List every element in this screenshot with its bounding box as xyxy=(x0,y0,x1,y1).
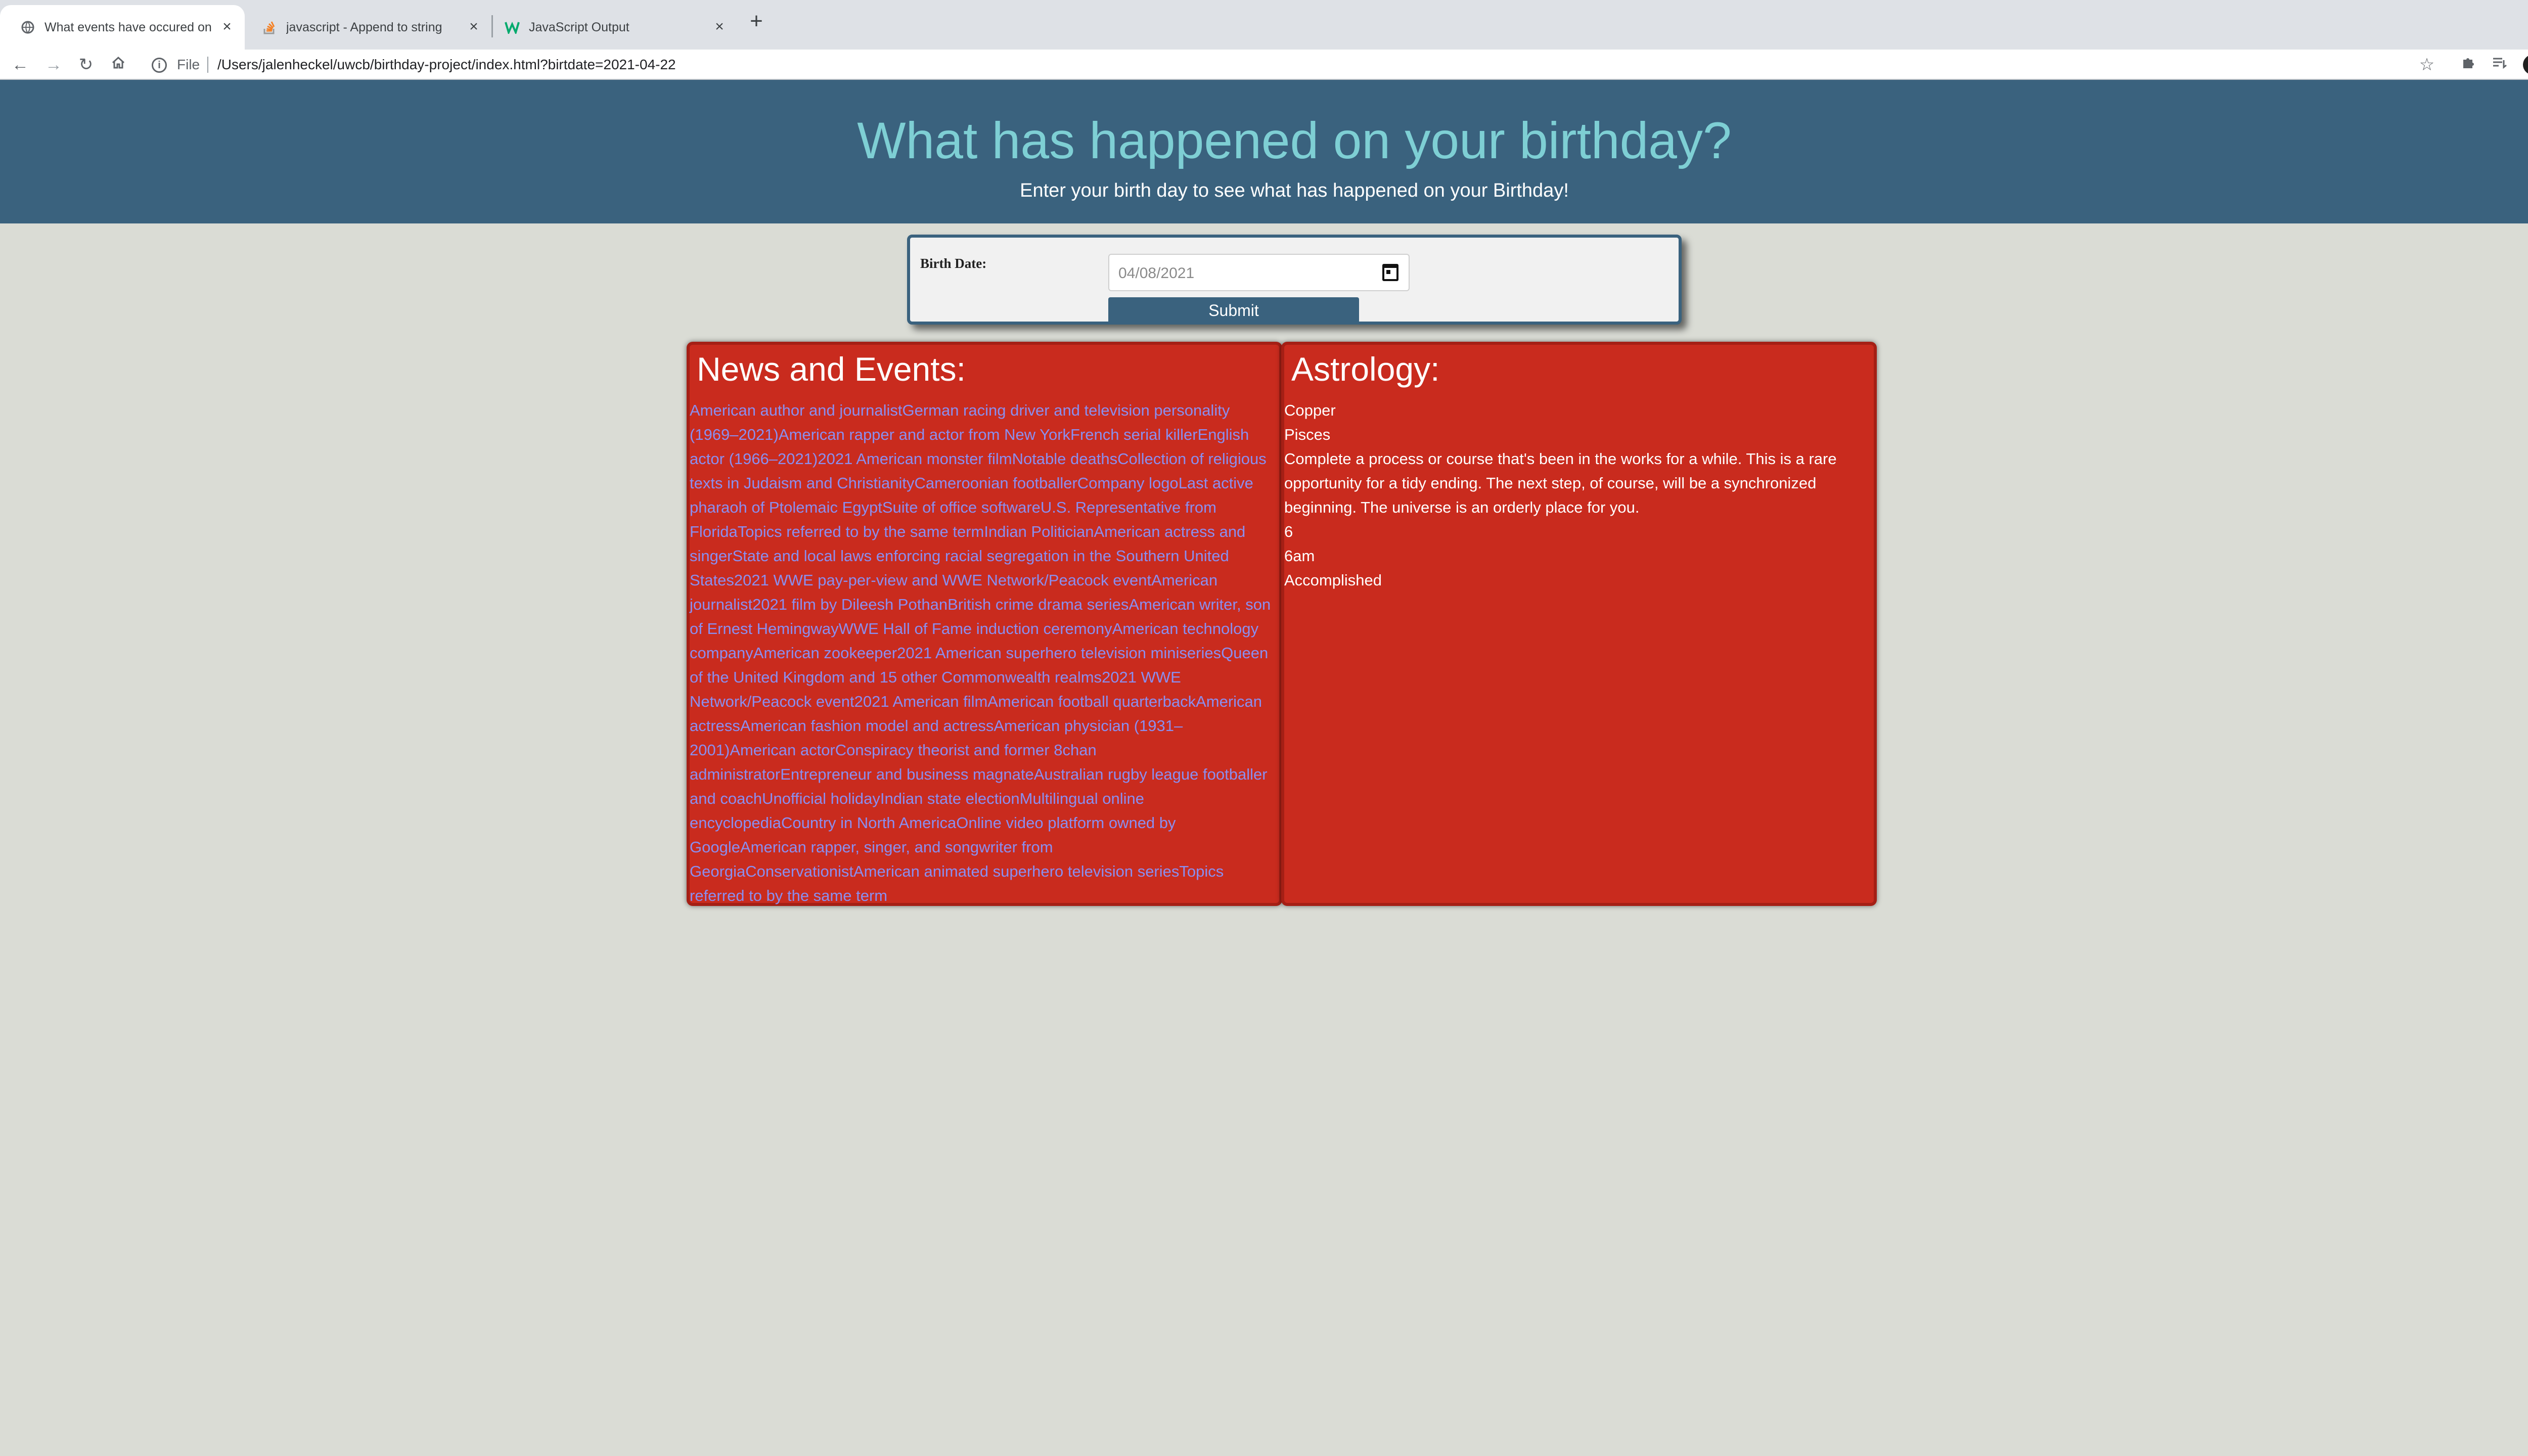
submit-button[interactable]: Submit xyxy=(1108,297,1359,324)
astrology-heading: Astrology: xyxy=(1291,350,1440,388)
news-link[interactable]: British crime drama series xyxy=(947,596,1128,613)
profile-avatar[interactable] xyxy=(2523,55,2528,75)
news-link[interactable]: Cameroonian footballer xyxy=(915,474,1077,492)
browser-tab-active[interactable]: What events have occured on × xyxy=(0,5,245,50)
news-link[interactable]: 2021 American film xyxy=(854,693,988,710)
file-scheme-label: File xyxy=(177,57,200,72)
news-link[interactable]: Company logo xyxy=(1077,474,1179,492)
news-heading: News and Events: xyxy=(697,350,966,388)
site-info-icon[interactable]: i xyxy=(152,58,167,73)
page-title: What has happened on your birthday? xyxy=(857,112,1732,169)
news-panel: News and Events: American author and jou… xyxy=(687,342,1282,906)
news-link[interactable]: Conservationist xyxy=(745,862,853,880)
page-subtitle: Enter your birth day to see what has hap… xyxy=(1020,180,1569,201)
news-link[interactable]: Suite of office software xyxy=(882,498,1041,516)
browser-tab[interactable]: JavaScript Output × xyxy=(484,5,737,50)
astrology-item: Copper xyxy=(1284,401,1336,419)
close-tab-icon[interactable]: × xyxy=(466,19,481,34)
news-list: American author and journalistGerman rac… xyxy=(690,398,1280,908)
news-link[interactable]: Entrepreneur and business magnate xyxy=(780,765,1034,783)
news-link[interactable]: American animated superhero television s… xyxy=(853,862,1179,880)
w3schools-icon xyxy=(505,20,520,35)
stackoverflow-icon xyxy=(262,20,277,35)
news-link[interactable]: American author and journalist xyxy=(690,401,902,419)
news-link[interactable]: American football quarterback xyxy=(987,693,1196,710)
birthdate-form: Birth Date: 04/08/2021 Submit xyxy=(907,235,1682,325)
astrology-list: Copper Pisces Complete a process or course… xyxy=(1284,398,1875,593)
close-tab-icon[interactable]: × xyxy=(219,19,235,34)
back-icon[interactable]: ← xyxy=(10,55,30,75)
news-link[interactable]: Notable deaths xyxy=(1012,450,1118,468)
news-link[interactable]: 2021 American superhero television minis… xyxy=(897,644,1221,662)
news-link[interactable]: American zookeeper xyxy=(753,644,897,662)
astrology-item: 6am xyxy=(1284,547,1315,565)
browser-toolbar: ← → ↻ i File /Users/jalenheckel/uwcb/bir… xyxy=(0,50,2528,80)
home-icon[interactable] xyxy=(108,55,128,75)
calendar-icon[interactable] xyxy=(1382,264,1398,281)
new-tab-button[interactable]: + xyxy=(745,10,768,33)
astrology-item: Complete a process or course that's been… xyxy=(1284,450,1837,516)
date-value: 04/08/2021 xyxy=(1118,265,1195,282)
globe-icon xyxy=(20,20,35,35)
tab-title: What events have occured on xyxy=(44,20,211,34)
news-link[interactable]: 2021 WWE pay-per-view and WWE Network/Pe… xyxy=(734,571,1151,589)
tab-title: JavaScript Output xyxy=(529,20,629,34)
news-link[interactable]: 2021 film by Dileesh Pothan xyxy=(752,596,947,613)
page-header: What has happened on your birthday? Ente… xyxy=(0,80,2528,223)
news-link[interactable]: American rapper and actor from New York xyxy=(779,426,1070,443)
browser-tab-strip: What events have occured on × javascript… xyxy=(0,0,2528,50)
browser-tab[interactable]: javascript - Append to string × xyxy=(242,5,491,50)
news-link[interactable]: American fashion model and actress xyxy=(740,717,994,735)
forward-icon[interactable]: → xyxy=(43,55,64,75)
extensions-icon[interactable] xyxy=(2458,55,2478,75)
news-link[interactable]: Topics referred to by the same term xyxy=(738,523,984,540)
astrology-item: 6 xyxy=(1284,523,1293,540)
astrology-item: Pisces xyxy=(1284,426,1331,443)
tab-title: javascript - Append to string xyxy=(286,20,442,34)
reading-list-icon[interactable] xyxy=(2490,55,2510,75)
news-link[interactable]: American actor xyxy=(730,741,835,759)
omnibox-separator xyxy=(207,57,208,73)
astrology-item: Accomplished xyxy=(1284,571,1382,589)
bookmark-star-icon[interactable]: ☆ xyxy=(2417,55,2437,75)
news-link[interactable]: Indian state election xyxy=(880,790,1020,807)
news-link[interactable]: French serial killer xyxy=(1070,426,1198,443)
close-tab-icon[interactable]: × xyxy=(712,19,727,34)
reload-icon[interactable]: ↻ xyxy=(76,55,96,75)
birth-date-label: Birth Date: xyxy=(920,256,987,271)
news-link[interactable]: WWE Hall of Fame induction ceremony xyxy=(839,620,1112,638)
news-link[interactable]: Country in North America xyxy=(781,814,956,832)
address-bar[interactable]: /Users/jalenheckel/uwcb/birthday-project… xyxy=(217,57,676,73)
astrology-panel: Astrology: Copper Pisces Complete a proces… xyxy=(1281,342,1877,906)
news-link[interactable]: Indian Politician xyxy=(984,523,1094,540)
news-link[interactable]: 2021 American monster film xyxy=(818,450,1012,468)
birth-date-input[interactable]: 04/08/2021 xyxy=(1108,254,1410,291)
news-link[interactable]: Unofficial holiday xyxy=(762,790,880,807)
